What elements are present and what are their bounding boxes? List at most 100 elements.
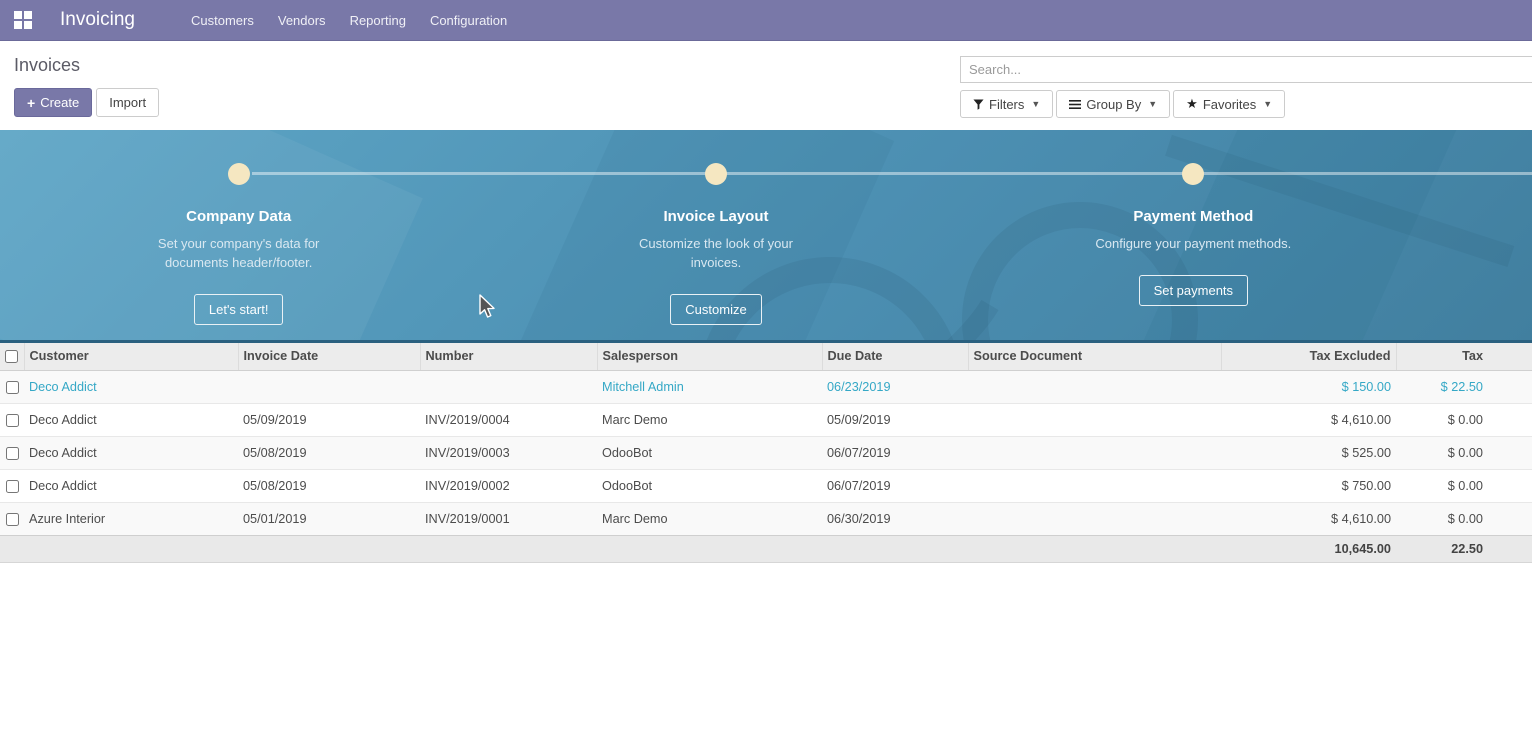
app-title[interactable]: Invoicing [60,9,135,31]
cell-source-document [968,403,1221,436]
cell-tax: $ 0.00 [1396,502,1532,535]
cell-tax-excluded: $ 150.00 [1221,370,1396,403]
cell-number: INV/2019/0003 [420,436,597,469]
table-footer-row: 10,645.00 22.50 [0,535,1532,562]
set-payments-button[interactable]: Set payments [1139,275,1249,306]
chevron-down-icon: ▼ [1263,99,1272,109]
onboarding-step-invoice-layout: Invoice Layout Customize the look of you… [477,130,954,340]
column-header-salesperson[interactable]: Salesperson [597,343,822,370]
cell-source-document [968,502,1221,535]
step-dot-icon [228,163,250,185]
row-checkbox[interactable] [6,513,19,526]
column-header-tax-excluded[interactable]: Tax Excluded [1221,343,1396,370]
cell-tax-excluded: $ 525.00 [1221,436,1396,469]
cell-customer: Deco Addict [24,469,238,502]
menu-configuration[interactable]: Configuration [418,1,519,40]
cell-number: INV/2019/0002 [420,469,597,502]
cell-number: INV/2019/0004 [420,403,597,436]
onboarding-banner: Company Data Set your company's data for… [0,130,1532,343]
star-icon: ★ [1186,96,1198,112]
step-dot-icon [1182,163,1204,185]
cell-salesperson: Marc Demo [597,403,822,436]
lets-start-button[interactable]: Let's start! [194,294,284,325]
select-all-checkbox[interactable] [5,350,18,363]
chevron-down-icon: ▼ [1148,99,1157,109]
column-header-customer[interactable]: Customer [24,343,238,370]
cell-customer: Deco Addict [24,436,238,469]
cell-number: INV/2019/0001 [420,502,597,535]
cell-due-date: 06/30/2019 [822,502,968,535]
cell-tax-excluded: $ 4,610.00 [1221,502,1396,535]
cell-salesperson: Marc Demo [597,502,822,535]
step-description: Set your company's data for documents he… [139,235,339,273]
chevron-down-icon: ▼ [1031,99,1040,109]
group-by-lines-icon [1069,99,1081,110]
cell-tax: $ 0.00 [1396,469,1532,502]
cell-source-document [968,469,1221,502]
search-input[interactable] [960,56,1532,83]
onboarding-step-company-data: Company Data Set your company's data for… [0,130,477,340]
cell-customer: Deco Addict [24,370,238,403]
step-title: Invoice Layout [663,208,768,225]
cell-tax: $ 22.50 [1396,370,1532,403]
step-title: Payment Method [1133,208,1253,225]
table-row[interactable]: Deco Addict 05/08/2019 INV/2019/0003 Odo… [0,436,1532,469]
footer-tax-excluded-total: 10,645.00 [1221,535,1396,562]
cell-due-date: 06/23/2019 [822,370,968,403]
cell-tax: $ 0.00 [1396,403,1532,436]
cell-invoice-date: 05/08/2019 [238,469,420,502]
cell-source-document [968,436,1221,469]
group-by-button[interactable]: Group By ▼ [1056,90,1170,118]
row-checkbox[interactable] [6,414,19,427]
create-button[interactable]: + Create [14,88,92,117]
row-checkbox[interactable] [6,381,19,394]
cell-customer: Azure Interior [24,502,238,535]
cell-tax-excluded: $ 4,610.00 [1221,403,1396,436]
favorites-button[interactable]: ★ Favorites ▼ [1173,90,1285,118]
column-header-number[interactable]: Number [420,343,597,370]
menu-customers[interactable]: Customers [179,1,266,40]
filter-funnel-icon [973,99,984,110]
cell-tax-excluded: $ 750.00 [1221,469,1396,502]
apps-menu-icon[interactable] [0,0,46,41]
filters-button[interactable]: Filters ▼ [960,90,1053,118]
menu-vendors[interactable]: Vendors [266,1,338,40]
column-header-invoice-date[interactable]: Invoice Date [238,343,420,370]
import-button[interactable]: Import [96,88,159,117]
footer-tax-total: 22.50 [1396,535,1532,562]
cell-invoice-date: 05/09/2019 [238,403,420,436]
table-row[interactable]: Deco Addict Mitchell Admin 06/23/2019 $ … [0,370,1532,403]
step-title: Company Data [186,208,291,225]
cell-invoice-date: 05/08/2019 [238,436,420,469]
column-header-source-document[interactable]: Source Document [968,343,1221,370]
page-title: Invoices [14,55,159,76]
cell-source-document [968,370,1221,403]
onboarding-step-payment-method: Payment Method Configure your payment me… [955,130,1432,340]
cell-invoice-date: 05/01/2019 [238,502,420,535]
plus-icon: + [27,96,35,110]
control-panel: Invoices + Create Import Filters ▼ [0,41,1532,130]
cell-due-date: 05/09/2019 [822,403,968,436]
menu-reporting[interactable]: Reporting [338,1,418,40]
row-checkbox[interactable] [6,447,19,460]
column-header-tax[interactable]: Tax [1396,343,1532,370]
cell-invoice-date [238,370,420,403]
step-description: Customize the look of your invoices. [616,235,816,273]
table-row[interactable]: Deco Addict 05/08/2019 INV/2019/0002 Odo… [0,469,1532,502]
cell-due-date: 06/07/2019 [822,469,968,502]
column-header-due-date[interactable]: Due Date [822,343,968,370]
invoice-list-table: Customer Invoice Date Number Salesperson… [0,343,1532,563]
table-row[interactable]: Azure Interior 05/01/2019 INV/2019/0001 … [0,502,1532,535]
navbar-menu: Customers Vendors Reporting Configuratio… [179,1,519,40]
cell-customer: Deco Addict [24,403,238,436]
cell-tax: $ 0.00 [1396,436,1532,469]
top-navbar: Invoicing Customers Vendors Reporting Co… [0,0,1532,41]
cell-number [420,370,597,403]
row-checkbox[interactable] [6,480,19,493]
customize-button[interactable]: Customize [670,294,761,325]
step-description: Configure your payment methods. [1095,235,1291,254]
cell-salesperson: OdooBot [597,436,822,469]
table-header-row: Customer Invoice Date Number Salesperson… [0,343,1532,370]
cell-due-date: 06/07/2019 [822,436,968,469]
table-row[interactable]: Deco Addict 05/09/2019 INV/2019/0004 Mar… [0,403,1532,436]
